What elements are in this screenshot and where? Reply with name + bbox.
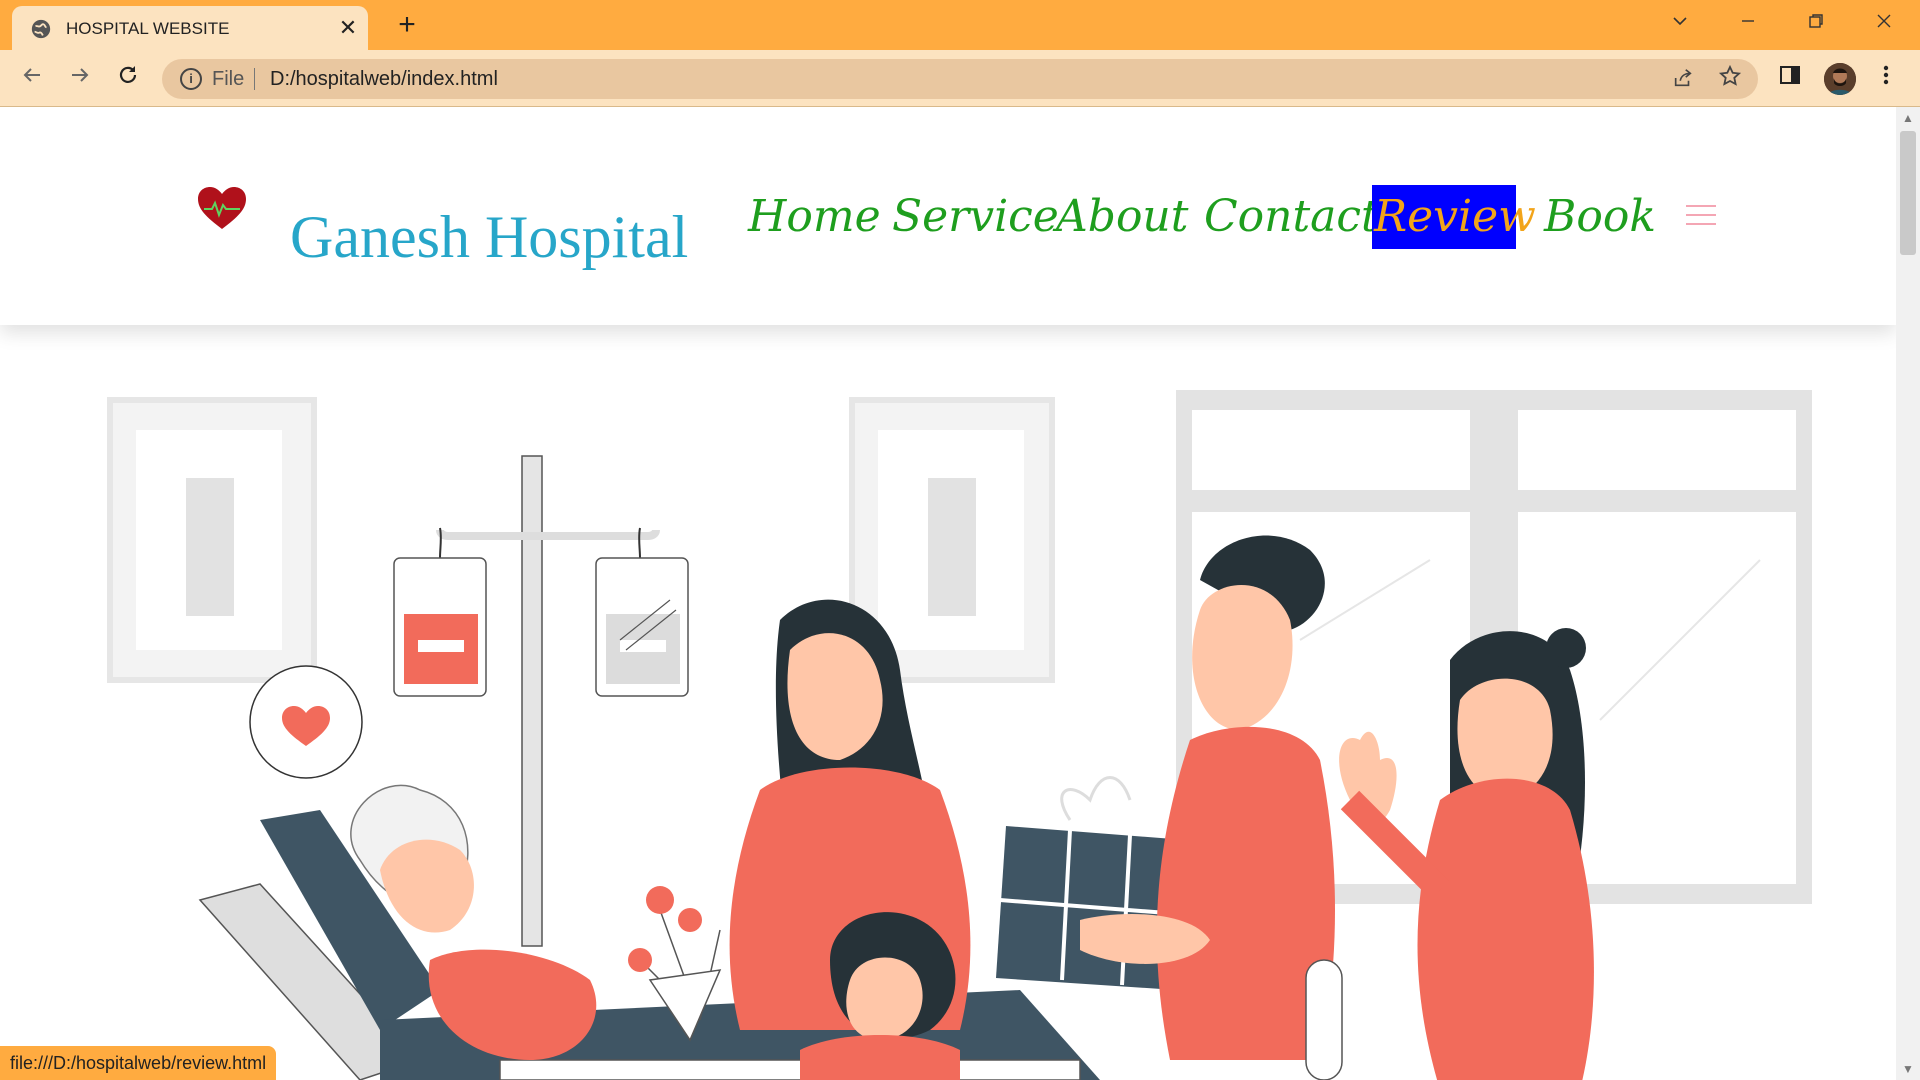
tab-strip: HOSPITAL WEBSITE ✕ + (0, 0, 1920, 50)
hero-illustration (107, 390, 1812, 1080)
globe-icon (31, 19, 51, 39)
info-icon[interactable]: i (180, 68, 202, 90)
reload-icon[interactable] (112, 62, 144, 94)
share-icon[interactable] (1672, 67, 1694, 95)
divider (254, 68, 255, 90)
heart-pulse-icon[interactable] (196, 185, 248, 231)
scroll-up-icon[interactable]: ▲ (1902, 111, 1914, 125)
page-scrollbar[interactable]: ▲ ▼ (1896, 107, 1920, 1080)
url-text[interactable]: D:/hospitalweb/index.html (270, 68, 498, 91)
avatar[interactable] (1824, 63, 1856, 95)
scroll-down-icon[interactable]: ▼ (1902, 1062, 1914, 1076)
restore-icon[interactable] (1796, 8, 1836, 38)
nav-service[interactable]: Service (892, 185, 1059, 249)
plus-icon[interactable]: + (392, 10, 422, 40)
browser-tab[interactable]: HOSPITAL WEBSITE ✕ (12, 6, 368, 50)
nav-book[interactable]: Book (1544, 185, 1656, 249)
nav-about[interactable]: About (1056, 185, 1188, 249)
window-close-icon[interactable] (1864, 8, 1904, 38)
minimize-icon[interactable] (1728, 8, 1768, 38)
close-icon[interactable]: ✕ (336, 16, 360, 40)
tab-title: HOSPITAL WEBSITE (66, 19, 230, 38)
status-url: file:///D:/hospitalweb/review.html (0, 1046, 277, 1080)
sidebar-icon[interactable] (1776, 64, 1804, 92)
forward-arrow-icon[interactable] (64, 62, 96, 94)
back-arrow-icon[interactable] (16, 62, 48, 94)
site-brand[interactable]: Ganesh Hospital (290, 203, 688, 272)
browser-toolbar: i File D:/hospitalweb/index.html (0, 50, 1920, 107)
scheme-label: File (212, 68, 245, 90)
nav-review[interactable]: Review (1372, 185, 1536, 249)
address-bar[interactable]: i File D:/hospitalweb/index.html (162, 59, 1758, 99)
nav-contact[interactable]: Contact (1204, 185, 1379, 249)
hamburger-icon[interactable] (1686, 205, 1716, 227)
web-page: Ganesh Hospital Home Service About Conta… (0, 107, 1896, 1080)
scroll-thumb[interactable] (1900, 131, 1916, 255)
kebab-menu-icon[interactable] (1872, 64, 1900, 92)
chevron-down-icon[interactable] (1660, 8, 1700, 38)
nav-home[interactable]: Home (748, 185, 881, 249)
site-header: Ganesh Hospital Home Service About Conta… (0, 107, 1896, 325)
star-icon[interactable] (1718, 64, 1742, 95)
